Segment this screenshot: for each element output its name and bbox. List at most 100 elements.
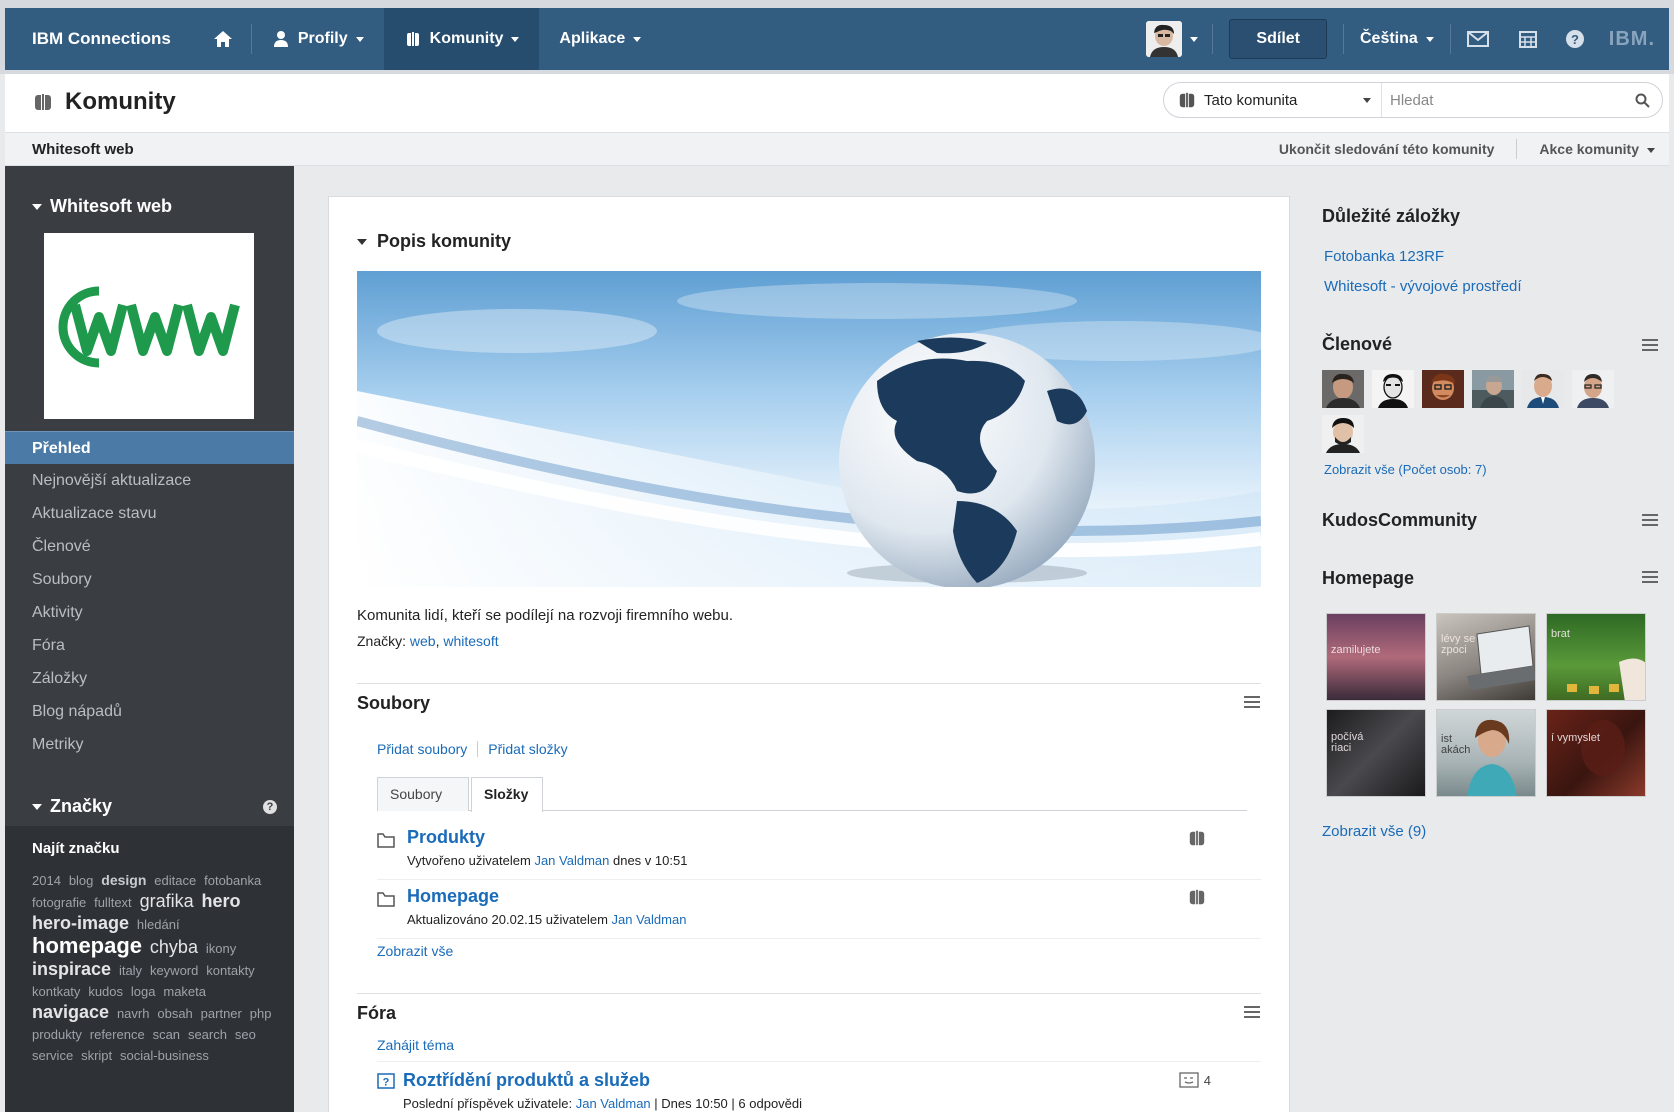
thumbnail[interactable]: ist akách bbox=[1436, 709, 1536, 797]
tag-link[interactable]: hledání bbox=[137, 917, 180, 932]
tag-link[interactable]: fotobanka bbox=[204, 873, 261, 888]
sidebar-heading[interactable]: Whitesoft web bbox=[32, 196, 172, 217]
tag-link[interactable]: produkty bbox=[32, 1027, 82, 1042]
thumbnail[interactable]: lévy se zpoci bbox=[1436, 613, 1536, 701]
tag-link[interactable]: inspirace bbox=[32, 959, 111, 979]
home-button[interactable] bbox=[195, 8, 251, 70]
sidebar-item-members[interactable]: Členové bbox=[5, 530, 294, 563]
tag-link[interactable]: editace bbox=[154, 873, 196, 888]
members-show-all-link[interactable]: Zobrazit vše (Počet osob: 7) bbox=[1324, 462, 1487, 477]
sidebar-item-files[interactable]: Soubory bbox=[5, 563, 294, 596]
tab-files[interactable]: Soubory bbox=[377, 777, 469, 811]
calendar-button[interactable] bbox=[1505, 8, 1551, 70]
sidebar-item-metrics[interactable]: Metriky bbox=[5, 728, 294, 761]
kudos-widget-menu-icon[interactable] bbox=[1642, 514, 1658, 526]
forums-widget-menu-icon[interactable] bbox=[1244, 1006, 1260, 1018]
add-folders-link[interactable]: Přidat složky bbox=[488, 741, 567, 757]
tag-link[interactable]: 2014 bbox=[32, 873, 61, 888]
folder-name-link[interactable]: Homepage bbox=[407, 886, 499, 907]
tab-folders[interactable]: Složky bbox=[471, 777, 543, 812]
user-link[interactable]: Jan Valdman bbox=[612, 912, 687, 927]
tag-link[interactable]: php bbox=[250, 1006, 272, 1021]
tag-link[interactable]: search bbox=[188, 1027, 227, 1042]
tag-link[interactable]: hero-image bbox=[32, 913, 129, 933]
apps-menu[interactable]: Aplikace bbox=[539, 8, 661, 70]
description-heading[interactable]: Popis komunity bbox=[357, 231, 511, 252]
mail-button[interactable] bbox=[1451, 8, 1505, 70]
tag-link[interactable]: obsah bbox=[157, 1006, 192, 1021]
sidebar-item-recent-updates[interactable]: Nejnovější aktualizace bbox=[5, 464, 294, 497]
tag-link[interactable]: blog bbox=[69, 873, 94, 888]
forum-topic-link[interactable]: Roztřídění produktů a služeb bbox=[403, 1070, 650, 1091]
tags-heading[interactable]: Značky ? bbox=[32, 796, 277, 817]
tag-link[interactable]: skript bbox=[81, 1048, 112, 1063]
tag-link[interactable]: kudos bbox=[88, 984, 123, 999]
stop-following-link[interactable]: Ukončit sledování této komunity bbox=[1257, 141, 1516, 159]
sidebar-item-ideation-blog[interactable]: Blog nápadů bbox=[5, 695, 294, 728]
files-widget-menu-icon[interactable] bbox=[1244, 696, 1260, 708]
tag-link[interactable]: chyba bbox=[150, 937, 198, 957]
tag-link[interactable]: ikony bbox=[206, 941, 236, 956]
user-link[interactable]: Jan Valdman bbox=[534, 853, 609, 868]
homepage-widget-menu-icon[interactable] bbox=[1642, 571, 1658, 583]
thumbnail[interactable]: í vymyslet bbox=[1546, 709, 1646, 797]
tag-link[interactable]: fulltext bbox=[94, 895, 132, 910]
tag-link[interactable]: italy bbox=[119, 963, 142, 978]
language-menu[interactable]: Čeština bbox=[1344, 8, 1450, 70]
tag-link[interactable]: grafika bbox=[140, 891, 194, 911]
members-widget-menu-icon[interactable] bbox=[1642, 339, 1658, 351]
thumbnail[interactable]: brat bbox=[1546, 613, 1646, 701]
community-actions-menu[interactable]: Akce komunity bbox=[1517, 141, 1655, 159]
find-tag-link[interactable]: Najít značku bbox=[32, 840, 120, 857]
sidebar-item-bookmarks[interactable]: Záložky bbox=[5, 662, 294, 695]
communities-menu[interactable]: Komunity bbox=[383, 8, 540, 70]
user-link[interactable]: Jan Valdman bbox=[576, 1096, 651, 1111]
start-topic-link[interactable]: Zahájit téma bbox=[377, 1037, 454, 1053]
tag-link-web[interactable]: web bbox=[410, 633, 436, 649]
tag-link[interactable]: reference bbox=[90, 1027, 145, 1042]
tag-link[interactable]: maketa bbox=[163, 984, 206, 999]
bookmark-link[interactable]: Whitesoft - vývojové prostředí bbox=[1324, 278, 1522, 295]
search-input[interactable] bbox=[1382, 91, 1622, 109]
tag-link[interactable]: hero bbox=[201, 891, 240, 911]
help-icon[interactable]: ? bbox=[263, 799, 277, 814]
avatar[interactable] bbox=[1372, 370, 1414, 408]
tag-link[interactable]: homepage bbox=[32, 933, 142, 958]
tag-link[interactable]: seo bbox=[235, 1027, 256, 1042]
search-scope-select[interactable]: Tato komunita bbox=[1164, 83, 1382, 117]
tag-link[interactable]: keyword bbox=[150, 963, 198, 978]
tag-link[interactable]: scan bbox=[153, 1027, 180, 1042]
search-button[interactable] bbox=[1622, 93, 1662, 108]
tag-link[interactable]: kontkaty bbox=[32, 984, 80, 999]
help-button[interactable]: ? bbox=[1551, 8, 1599, 70]
avatar[interactable] bbox=[1522, 370, 1564, 408]
tag-link[interactable]: navrh bbox=[117, 1006, 150, 1021]
profiles-menu[interactable]: Profily bbox=[252, 8, 384, 70]
user-menu[interactable] bbox=[1146, 8, 1212, 70]
avatar[interactable] bbox=[1422, 370, 1464, 408]
share-button[interactable]: Sdílet bbox=[1229, 19, 1327, 59]
bookmark-link[interactable]: Fotobanka 123RF bbox=[1324, 248, 1444, 265]
tag-link[interactable]: fotografie bbox=[32, 895, 86, 910]
avatar[interactable] bbox=[1472, 370, 1514, 408]
folder-name-link[interactable]: Produkty bbox=[407, 827, 485, 848]
avatar[interactable] bbox=[1572, 370, 1614, 408]
tag-link[interactable]: social-business bbox=[120, 1048, 209, 1063]
sidebar-item-overview[interactable]: Přehled bbox=[5, 431, 294, 464]
show-all-files-link[interactable]: Zobrazit vše bbox=[377, 943, 453, 959]
add-files-link[interactable]: Přidat soubory bbox=[377, 741, 467, 757]
homepage-show-all-link[interactable]: Zobrazit vše (9) bbox=[1322, 823, 1426, 840]
thumbnail[interactable]: zamilujete bbox=[1326, 613, 1426, 701]
avatar[interactable] bbox=[1322, 415, 1364, 453]
thumbnail[interactable]: počívá riaci bbox=[1326, 709, 1426, 797]
tag-link[interactable]: navigace bbox=[32, 1002, 109, 1022]
avatar[interactable] bbox=[1322, 370, 1364, 408]
sidebar-item-activities[interactable]: Aktivity bbox=[5, 596, 294, 629]
sidebar-item-forums[interactable]: Fóra bbox=[5, 629, 294, 662]
sidebar-item-status-updates[interactable]: Aktualizace stavu bbox=[5, 497, 294, 530]
tag-link[interactable]: loga bbox=[131, 984, 156, 999]
tag-link[interactable]: design bbox=[101, 872, 146, 888]
brand-link[interactable]: IBM Connections bbox=[5, 8, 195, 70]
tag-link[interactable]: kontakty bbox=[206, 963, 254, 978]
tag-link[interactable]: partner bbox=[201, 1006, 242, 1021]
